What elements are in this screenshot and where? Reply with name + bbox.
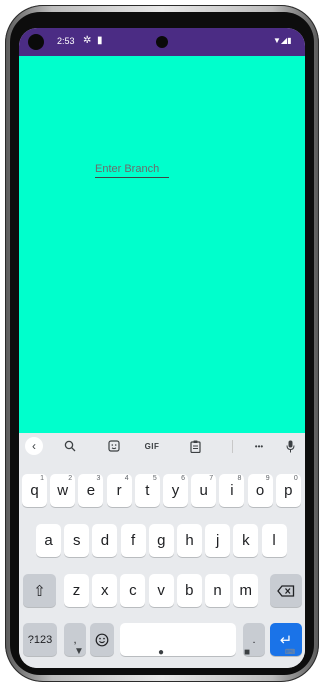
key-m[interactable]: m: [233, 574, 259, 607]
clipboard-icon[interactable]: [187, 437, 203, 455]
key-q[interactable]: q1: [22, 474, 47, 507]
key-label: a: [44, 532, 53, 549]
front-camera: [28, 34, 44, 50]
key-f[interactable]: f: [120, 524, 146, 557]
key-h[interactable]: h: [177, 524, 202, 557]
key-label: g: [157, 532, 166, 549]
status-bar: 2:53 ✲ ▮ ▼◢▮: [19, 28, 305, 56]
key-label: x: [100, 582, 109, 599]
key-n[interactable]: n: [205, 574, 230, 607]
key-number-hint: 0: [293, 475, 298, 482]
key-b[interactable]: b: [176, 574, 202, 607]
key-number-hint: 8: [237, 475, 242, 482]
key-x[interactable]: x: [92, 574, 118, 607]
key-number-hint: 4: [124, 475, 129, 482]
key-s[interactable]: s: [64, 524, 90, 557]
key-number-hint: 2: [68, 475, 73, 482]
key-number-hint: 5: [152, 475, 157, 482]
key-z[interactable]: z: [64, 574, 89, 607]
key-number-hint: 7: [209, 475, 214, 482]
key-number-hint: 3: [96, 475, 101, 482]
key-e[interactable]: e3: [78, 474, 104, 507]
key-label: v: [157, 582, 165, 599]
keyboard-suggestion-strip: ‹ GIF •••: [19, 433, 305, 459]
key-g[interactable]: g: [148, 524, 174, 557]
key-u[interactable]: u7: [191, 474, 217, 507]
branch-input[interactable]: [95, 160, 169, 178]
key-label: z: [72, 582, 81, 599]
key-label: c: [129, 582, 137, 599]
key-label: e: [86, 482, 96, 499]
key-number-hint: 6: [181, 475, 185, 482]
key-number-hint: 1: [40, 475, 44, 482]
key-d[interactable]: d: [92, 524, 118, 557]
signal-battery-icon: ▼◢▮: [273, 36, 292, 45]
nav-back-icon[interactable]: ▼: [74, 646, 84, 657]
gif-icon[interactable]: GIF: [142, 437, 162, 455]
key-label: l: [272, 532, 276, 549]
key-p[interactable]: p0: [275, 474, 301, 507]
punch-hole-camera: [156, 36, 168, 48]
more-icon[interactable]: •••: [250, 437, 268, 455]
key-v[interactable]: v: [148, 574, 174, 607]
settings-gear-icon: ✲: [83, 35, 92, 46]
key-o[interactable]: o9: [247, 474, 273, 507]
key-label: y: [171, 482, 180, 499]
key-j[interactable]: j: [205, 524, 231, 557]
key-label: d: [100, 532, 110, 549]
key-number-hint: 9: [265, 475, 270, 482]
device-screen: 2:53 ✲ ▮ ▼◢▮ ‹ GIF ••• q1w2e3r4t: [19, 28, 305, 668]
nav-home-icon[interactable]: ●: [158, 647, 164, 658]
app-content: [19, 56, 305, 433]
key-label: q: [30, 482, 39, 499]
key-label: s: [72, 532, 81, 549]
sticker-icon[interactable]: [106, 437, 122, 455]
key-label: i: [230, 482, 234, 499]
mic-icon[interactable]: [283, 437, 297, 455]
key-t[interactable]: t5: [134, 474, 160, 507]
key-label: h: [185, 532, 194, 549]
key-label: w: [57, 482, 69, 499]
key-y[interactable]: y6: [163, 474, 188, 507]
key-r[interactable]: r4: [106, 474, 132, 507]
key-k[interactable]: k: [233, 524, 259, 557]
key-label: p: [284, 482, 293, 499]
key-w[interactable]: w2: [50, 474, 76, 507]
key-a[interactable]: a: [36, 524, 61, 557]
keyboard-switch-icon[interactable]: ⌨: [285, 648, 295, 656]
suggestion-divider: [232, 440, 233, 453]
system-nav-bar: ▼ ● ■ ⌨: [19, 638, 305, 668]
key-i[interactable]: i8: [219, 474, 245, 507]
key-label: j: [216, 532, 220, 549]
key-label: r: [116, 482, 122, 499]
status-time: 2:53: [57, 36, 75, 46]
key-label: m: [239, 582, 252, 599]
key-label: u: [199, 482, 208, 499]
key-c[interactable]: c: [120, 574, 146, 607]
nav-recents-icon[interactable]: ■: [244, 647, 250, 658]
key-label: o: [255, 482, 265, 499]
back-chevron-icon[interactable]: ‹: [25, 437, 43, 455]
key-label: f: [131, 532, 136, 549]
key-label: n: [213, 582, 222, 599]
shift-icon[interactable]: ⇧: [23, 574, 56, 607]
key-label: t: [145, 482, 150, 499]
search-icon[interactable]: [62, 437, 78, 455]
backspace-icon[interactable]: [270, 574, 302, 607]
key-label: b: [185, 582, 194, 599]
onscreen-keyboard: ‹ GIF ••• q1w2e3r4t5y6u7i8o9p0 asdfghjkl…: [19, 433, 305, 668]
key-l[interactable]: l: [261, 524, 287, 557]
key-label: k: [242, 532, 250, 549]
sim-card-icon: ▮: [97, 35, 103, 46]
